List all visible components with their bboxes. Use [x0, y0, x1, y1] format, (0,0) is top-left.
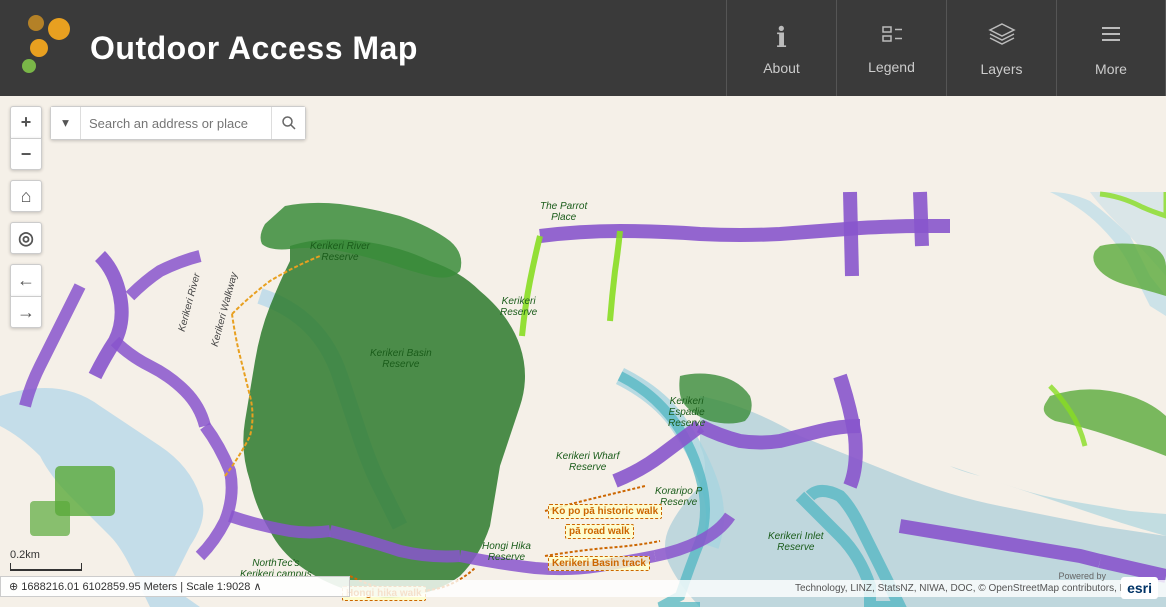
header: Outdoor Access Map ℹ About Legend	[0, 0, 1166, 96]
nav-bar: ℹ About Legend Layers	[726, 0, 1166, 96]
scale-tick-right	[81, 563, 82, 571]
attribution-bar: Technology, LINZ, StatsNZ, NIWA, DOC, © …	[350, 580, 1166, 597]
scale-bar: 0.2km	[10, 549, 82, 571]
attribution-text: Technology, LINZ, StatsNZ, NIWA, DOC, © …	[795, 583, 1158, 594]
scale-label: 0.2km	[10, 549, 40, 561]
search-bar: ▾	[50, 106, 306, 140]
coordinates-bar[interactable]: ⊕ 1688216.01 6102859.95 Meters | Scale 1…	[0, 576, 350, 597]
zoom-in-button[interactable]: +	[10, 106, 42, 138]
layers-icon	[988, 20, 1016, 55]
map-container[interactable]: Kerikeri RiverReserve KerikeriReserve Ke…	[0, 96, 1166, 607]
more-label: More	[1095, 61, 1127, 77]
layers-label: Layers	[980, 61, 1022, 77]
back-button[interactable]: ←	[10, 264, 42, 296]
esri-text: esri	[1127, 580, 1152, 596]
search-submit-button[interactable]	[271, 107, 305, 139]
map-controls: + − ⌂ ◎ ← →	[10, 106, 42, 328]
forward-button[interactable]: →	[10, 296, 42, 328]
legend-label: Legend	[868, 59, 915, 75]
nav-more[interactable]: More	[1056, 0, 1166, 96]
powered-by-label: Powered by	[1058, 571, 1106, 581]
logo	[20, 13, 75, 83]
search-dropdown-button[interactable]: ▾	[51, 107, 81, 139]
coordinates-value: ⊕ 1688216.01 6102859.95 Meters | Scale 1…	[9, 580, 262, 593]
logo-dot-2	[30, 39, 48, 57]
logo-area: Outdoor Access Map	[0, 13, 438, 83]
legend-icon	[878, 21, 906, 53]
about-label: About	[763, 60, 800, 76]
home-button[interactable]: ⌂	[10, 180, 42, 212]
scale-graphic	[10, 563, 82, 571]
about-icon: ℹ	[776, 21, 787, 54]
nav-about[interactable]: ℹ About	[726, 0, 836, 96]
zoom-out-button[interactable]: −	[10, 138, 42, 170]
map-svg	[0, 96, 1166, 607]
scale-line	[11, 569, 81, 571]
app-title: Outdoor Access Map	[90, 30, 418, 67]
zoom-controls: + −	[10, 106, 42, 170]
logo-dot-3	[22, 59, 36, 73]
search-input[interactable]	[81, 107, 271, 139]
more-icon	[1097, 20, 1125, 55]
logo-dot-4	[28, 15, 44, 31]
logo-dot-1	[48, 18, 70, 40]
locate-button[interactable]: ◎	[10, 222, 42, 254]
nav-layers[interactable]: Layers	[946, 0, 1056, 96]
nav-legend[interactable]: Legend	[836, 0, 946, 96]
nav-history-controls: ← →	[10, 264, 42, 328]
esri-logo: esri	[1121, 577, 1158, 599]
